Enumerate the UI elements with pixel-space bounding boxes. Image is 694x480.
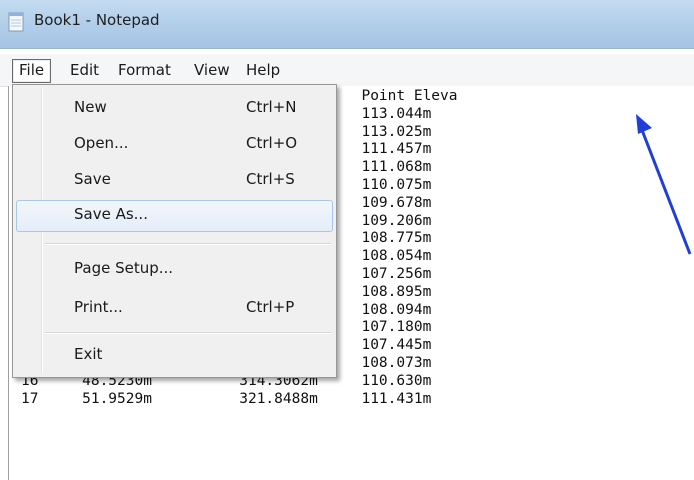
menu-item-label: New <box>74 98 107 116</box>
menu-item-label: Open... <box>74 134 129 152</box>
menu-item-label: Exit <box>74 345 103 363</box>
menu-item-open[interactable]: Open... Ctrl+O <box>16 129 331 159</box>
menu-bar: File Edit Format View Help <box>0 54 694 87</box>
menu-separator <box>45 243 331 245</box>
file-menu-dropdown: New Ctrl+N Open... Ctrl+O Save Ctrl+S Sa… <box>12 84 337 378</box>
annotation-arrow-icon <box>636 114 692 255</box>
text-line: 17 51.9529m 321.8488m 111.431m <box>21 390 432 407</box>
menu-item-exit[interactable]: Exit <box>16 340 331 370</box>
menu-separator <box>45 332 331 334</box>
menu-format[interactable]: Format <box>112 59 177 81</box>
menu-item-label: Print... <box>74 298 123 316</box>
menu-item-shortcut: Ctrl+S <box>246 170 295 188</box>
menu-file[interactable]: File <box>12 59 52 83</box>
window-title: Book1 - Notepad <box>34 11 160 29</box>
title-bar[interactable]: Book1 - Notepad <box>0 0 694 49</box>
menu-help[interactable]: Help <box>240 59 286 81</box>
menu-item-label: Save <box>74 170 111 188</box>
menu-item-shortcut: Ctrl+N <box>246 98 297 116</box>
menu-item-label: Save As... <box>74 205 148 223</box>
menu-item-shortcut: Ctrl+P <box>246 298 295 316</box>
menu-item-label: Page Setup... <box>74 259 174 277</box>
menu-view[interactable]: View <box>188 59 236 81</box>
menu-item-page-setup[interactable]: Page Setup... <box>16 254 331 284</box>
menu-item-save-as[interactable]: Save As... <box>16 200 333 232</box>
menu-item-print[interactable]: Print... Ctrl+P <box>16 293 331 323</box>
notepad-icon <box>8 12 24 32</box>
menu-item-new[interactable]: New Ctrl+N <box>16 93 331 123</box>
menu-edit[interactable]: Edit <box>64 59 105 81</box>
menu-item-shortcut: Ctrl+O <box>246 134 298 152</box>
menu-item-save[interactable]: Save Ctrl+S <box>16 165 331 195</box>
